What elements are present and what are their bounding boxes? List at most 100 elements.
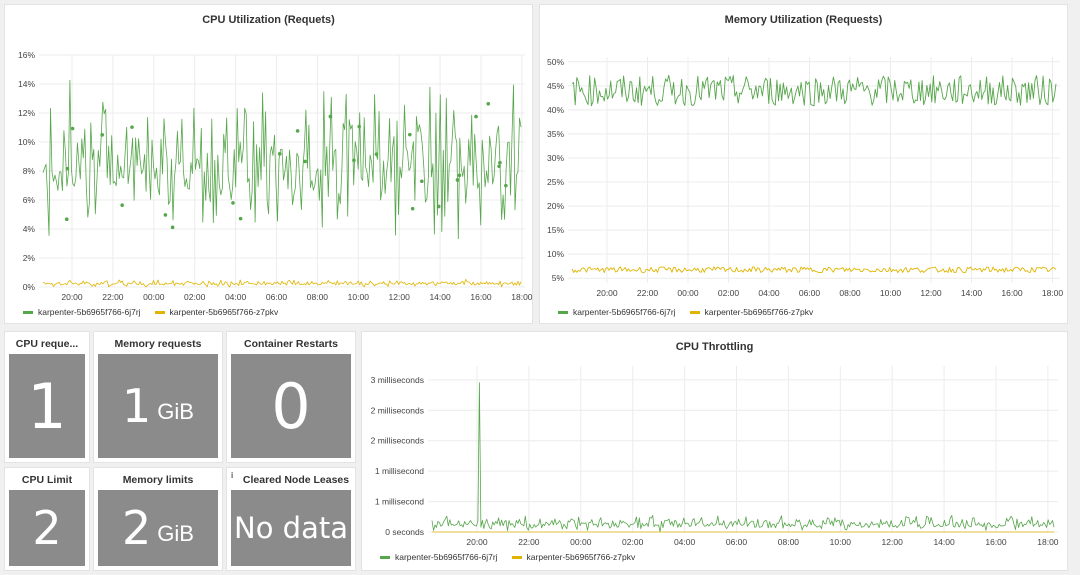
y-tick-label: 0% — [23, 282, 36, 292]
memory-utilization-panel[interactable]: Memory Utilization (Requests) 5% 10% 15% 20… — [539, 4, 1068, 324]
legend-label: karpenter-5b6965f766-6j7rj — [38, 307, 141, 317]
stat-value: 2 — [32, 501, 62, 555]
x-tick-label: 12:00 — [920, 288, 942, 298]
x-tick-label: 14:00 — [429, 292, 451, 302]
y-tick-label: 40% — [547, 105, 564, 115]
stat-cpu-limit[interactable]: CPU Limit 2 — [4, 467, 90, 571]
x-tick-label: 00:00 — [143, 292, 165, 302]
data-point — [474, 114, 478, 119]
cpu-utilization-chart[interactable]: 0% 2% 4% 6% 8% 10% 12% 14% 16% 20:00 22:00 00:00 02:… — [5, 5, 534, 325]
stat-container-restarts[interactable]: Container Restarts 0 — [226, 331, 356, 463]
cpu-utilization-panel[interactable]: CPU Utilization (Requets) 0% 2% 4% 6% 8% 10% 1… — [4, 4, 533, 324]
cpu-throttling-panel[interactable]: CPU Throttling 0 seconds 1 millisecond 1 m… — [361, 331, 1068, 571]
stat-title[interactable]: Memory requests — [94, 338, 222, 350]
legend-item-series-b[interactable]: karpenter-5b6965f766-z7pkv — [154, 307, 278, 317]
y-tick-label: 20% — [547, 201, 564, 211]
data-point — [163, 213, 168, 217]
y-tick-label: 45% — [547, 81, 564, 91]
y-tick-label: 2 milliseconds — [371, 405, 424, 415]
data-point — [238, 216, 243, 221]
y-tick-label: 30% — [547, 153, 564, 163]
legend-label: karpenter-5b6965f766-6j7rj — [395, 552, 498, 562]
y-tick-label: 25% — [547, 177, 564, 187]
legend-item-series-a[interactable]: karpenter-5b6965f766-6j7rj — [23, 307, 141, 317]
y-tick-label: 16% — [18, 50, 35, 60]
x-tick-label: 10:00 — [348, 292, 370, 302]
legend-swatch — [380, 555, 390, 559]
x-tick-label: 22:00 — [518, 537, 540, 547]
series-line-1 — [431, 382, 1055, 533]
x-tick-label: 06:00 — [266, 292, 288, 302]
data-point — [231, 201, 235, 205]
cpu-throttling-chart[interactable]: 0 seconds 1 millisecond 1 millisecond 2 mil… — [362, 332, 1069, 572]
data-point — [457, 173, 462, 178]
info-icon[interactable]: i — [231, 471, 233, 480]
x-tick-label: 02:00 — [622, 537, 644, 547]
legend-item-series-a[interactable]: karpenter-5b6965f766-6j7rj — [558, 307, 676, 317]
stat-value-box: 2 — [9, 490, 85, 566]
stat-value-box: 1 — [9, 354, 85, 458]
legend-item-series-b[interactable]: karpenter-5b6965f766-z7pkv — [689, 307, 814, 317]
x-tick-label: 04:00 — [674, 537, 696, 547]
y-tick-label: 2 milliseconds — [371, 436, 424, 446]
x-tick-label: 14:00 — [961, 288, 983, 298]
series-line-2 — [42, 278, 522, 288]
stat-value-box: 0 — [231, 354, 351, 458]
x-tick-label: 10:00 — [880, 288, 902, 298]
stat-unit: GiB — [157, 399, 194, 424]
x-tick-label: 04:00 — [758, 288, 780, 298]
y-tick-label: 1 millisecond — [375, 466, 424, 476]
data-point — [64, 217, 69, 222]
stat-value: 2 — [122, 501, 152, 555]
legend-swatch — [511, 555, 522, 559]
legend-swatch — [689, 310, 700, 314]
stat-title[interactable]: Container Restarts — [227, 338, 355, 350]
x-tick-label: 12:00 — [389, 292, 411, 302]
y-tick-label: 6% — [23, 195, 36, 205]
x-tick-label: 20:00 — [466, 537, 488, 547]
legend-item-series-b[interactable]: karpenter-5b6965f766-z7pkv — [511, 552, 636, 562]
legend-swatch — [154, 310, 165, 314]
x-tick-label: 18:00 — [1037, 537, 1059, 547]
x-tick-label: 20:00 — [596, 288, 618, 298]
x-tick-label: 22:00 — [102, 292, 124, 302]
data-point — [436, 204, 441, 209]
stat-value: No data — [234, 511, 348, 545]
data-point — [486, 101, 491, 106]
y-tick-label: 2% — [23, 253, 36, 263]
legend-label: karpenter-5b6965f766-6j7rj — [573, 307, 676, 317]
x-tick-label: 08:00 — [839, 288, 861, 298]
legend-item-series-a[interactable]: karpenter-5b6965f766-6j7rj — [380, 552, 498, 562]
stat-cleared-node-leases[interactable]: i Cleared Node Leases No data — [226, 467, 356, 571]
series-line-2 — [571, 266, 1057, 274]
memory-utilization-chart[interactable]: 5% 10% 15% 20% 25% 30% 35% 40% 45% 50% 20:00 22:00 0… — [540, 5, 1069, 325]
y-tick-label: 15% — [547, 225, 564, 235]
legend-swatch — [23, 310, 33, 314]
series-line-1 — [42, 79, 522, 240]
stat-memory-requests[interactable]: Memory requests 1 GiB — [93, 331, 223, 463]
y-tick-label: 3 milliseconds — [371, 375, 424, 385]
data-point — [303, 159, 307, 164]
stat-title[interactable]: Memory limits — [94, 474, 222, 486]
data-point — [352, 158, 356, 163]
legend-label: karpenter-5b6965f766-z7pkv — [526, 552, 636, 562]
y-tick-label: 0 seconds — [385, 527, 424, 537]
stat-value-box: No data — [231, 490, 351, 566]
x-tick-label: 16:00 — [985, 537, 1007, 547]
x-tick-label: 16:00 — [470, 292, 492, 302]
y-tick-label: 12% — [18, 108, 35, 118]
stat-cpu-requests[interactable]: CPU reque... 1 — [4, 331, 90, 463]
chart-legend: karpenter-5b6965f766-6j7rj karpenter-5b6… — [558, 307, 813, 317]
data-point — [328, 114, 333, 119]
stat-value: 1 — [122, 379, 152, 433]
data-point — [70, 126, 75, 131]
legend-label: karpenter-5b6965f766-z7pkv — [704, 307, 814, 317]
stat-memory-limits[interactable]: Memory limits 2 GiB — [93, 467, 223, 571]
y-tick-label: 8% — [23, 166, 36, 176]
x-tick-label: 14:00 — [933, 537, 955, 547]
x-tick-label: 20:00 — [61, 292, 83, 302]
stat-title[interactable]: Cleared Node Leases — [237, 474, 355, 486]
stat-title[interactable]: CPU reque... — [5, 338, 89, 350]
stat-value-box: 1 GiB — [98, 354, 218, 458]
stat-title[interactable]: CPU Limit — [5, 474, 89, 486]
